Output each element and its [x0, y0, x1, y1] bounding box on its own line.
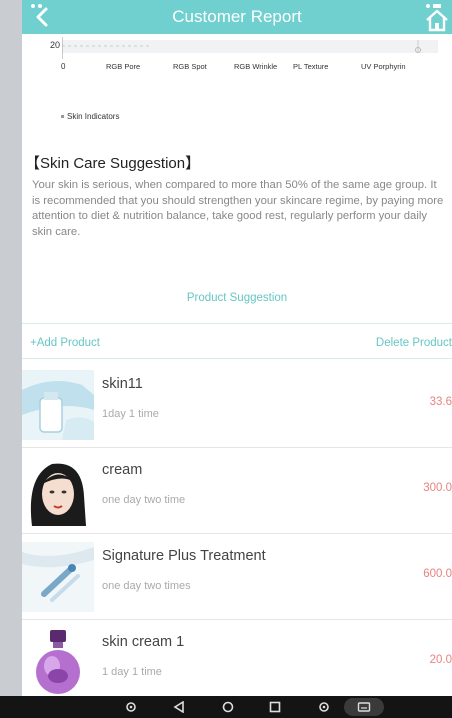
suggestion-title: 【Skin Care Suggestion】 [25, 155, 201, 172]
category-label: PL Texture [293, 62, 329, 71]
legend-label: Skin Indicators [67, 112, 120, 121]
home-nav-icon[interactable] [221, 701, 235, 713]
product-image-perfume-bottle [22, 628, 94, 698]
keyboard-nav-icon[interactable] [357, 701, 371, 713]
product-price: 300.0 [423, 482, 452, 494]
chart-plot-area [62, 37, 438, 59]
category-label: RGB Spot [173, 62, 207, 71]
suggestion-text: Your skin is serious, when compared to m… [32, 179, 444, 238]
zero-tick-label: 0 [61, 62, 66, 71]
product-image-cream-face [22, 456, 94, 526]
chart-legend: Skin Indicators [61, 112, 119, 121]
add-product-button[interactable]: +Add Product [30, 337, 100, 349]
product-price: 600.0 [423, 568, 452, 580]
product-name: skin cream 1 [102, 634, 185, 650]
product-price: 33.6 [429, 396, 452, 408]
home-icon[interactable] [424, 8, 450, 32]
product-name: skin11 [102, 376, 143, 392]
product-frequency: 1 day 1 time [102, 666, 162, 678]
product-item[interactable]: cream one day two time 300.0 [22, 448, 452, 534]
delete-product-button[interactable]: Delete Product [376, 337, 452, 349]
settings-nav-icon[interactable] [124, 701, 138, 713]
product-image-skin-bottle [22, 370, 94, 440]
product-item[interactable]: skin cream 1 1 day 1 time 20.0 [22, 620, 452, 706]
product-price: 20.0 [429, 654, 452, 666]
product-item[interactable]: skin11 1day 1 time 33.6 [22, 362, 452, 448]
page-title: Customer Report [172, 7, 302, 26]
divider [22, 323, 452, 324]
back-nav-icon[interactable] [172, 701, 186, 713]
app-header: Customer Report [22, 0, 452, 34]
legend-marker [61, 115, 64, 119]
screenshot-nav-icon[interactable] [317, 701, 331, 713]
screen: Customer Report 20 0 RGB Pore RGB Spot R… [22, 0, 452, 718]
category-label: RGB Pore [106, 62, 141, 71]
product-name: Signature Plus Treatment [102, 548, 266, 564]
product-name: cream [102, 462, 143, 478]
recents-nav-icon[interactable] [268, 701, 282, 713]
divider [22, 358, 452, 359]
product-frequency: 1day 1 time [102, 408, 159, 420]
product-image-treatment [22, 542, 94, 612]
product-suggestion-heading: Product Suggestion [186, 292, 288, 304]
system-navigation-bar [0, 696, 452, 718]
category-label: UV Porphyrin [361, 62, 406, 71]
product-frequency: one day two time [102, 494, 186, 506]
y-tick-label: 20 [50, 40, 61, 50]
product-toolbar: +Add Product Delete Product [22, 331, 452, 357]
category-label: RGB Wrinkle [234, 62, 278, 71]
product-frequency: one day two times [102, 580, 191, 592]
product-item[interactable]: Signature Plus Treatment one day two tim… [22, 534, 452, 620]
skin-chart: 20 0 RGB Pore RGB Spot RGB Wrinkle PL Te… [22, 34, 452, 76]
